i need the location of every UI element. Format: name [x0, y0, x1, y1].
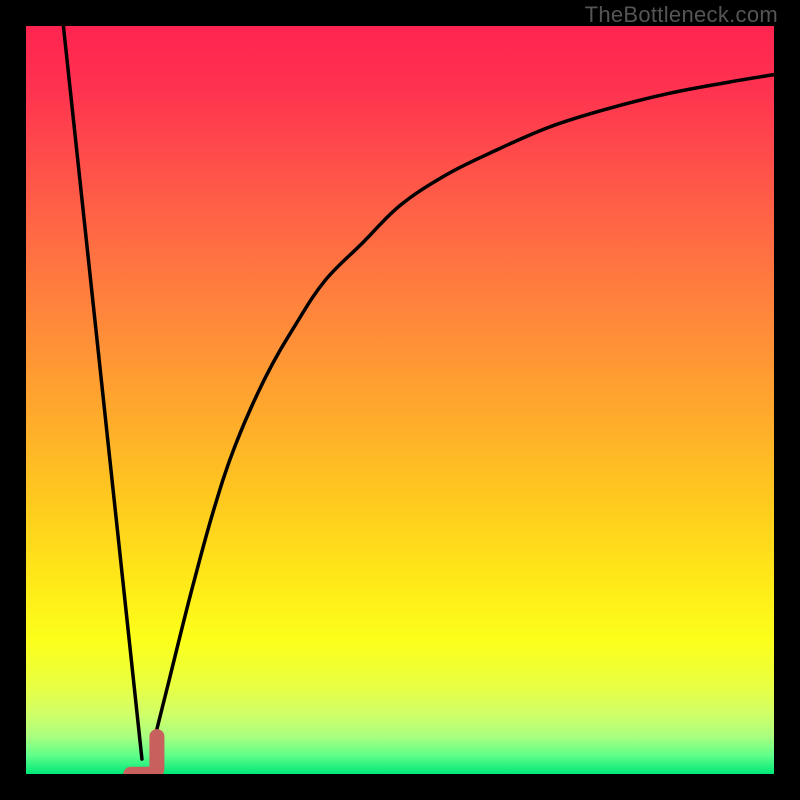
marker-j-shape — [131, 737, 157, 774]
left-descending-line — [63, 26, 142, 759]
watermark-text: TheBottleneck.com — [585, 2, 778, 28]
chart-curves — [26, 26, 774, 774]
right-ascending-curve — [153, 75, 774, 744]
plot-area — [26, 26, 774, 774]
